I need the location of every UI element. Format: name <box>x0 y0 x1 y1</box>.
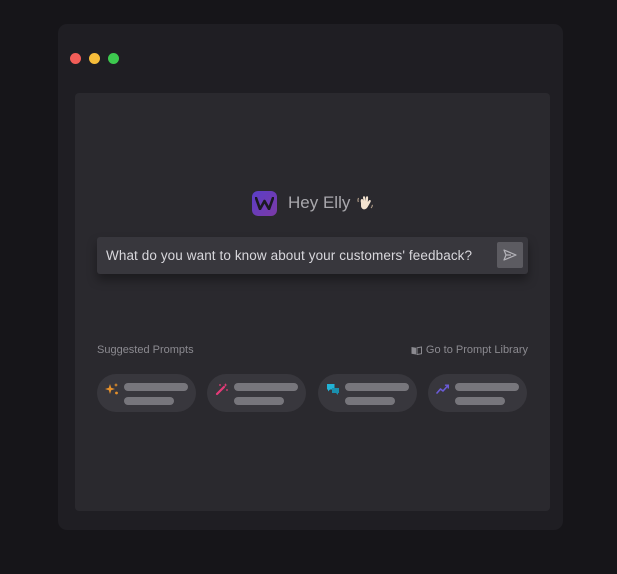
greeting: Hey Elly <box>252 190 374 216</box>
minimize-window-button[interactable] <box>89 53 100 64</box>
prompt-library-label: Go to Prompt Library <box>425 344 528 356</box>
suggested-prompts-label: Suggested Prompts <box>97 344 194 356</box>
book-icon <box>411 345 422 355</box>
prompt-library-link[interactable]: Go to Prompt Library <box>411 344 528 356</box>
app-logo-icon <box>252 190 277 216</box>
trend-line-icon <box>436 384 449 394</box>
prompt-chip-3[interactable] <box>318 374 417 412</box>
send-button[interactable] <box>497 242 523 268</box>
greeting-text: Hey Elly <box>288 193 351 212</box>
search-bar[interactable]: What do you want to know about your cust… <box>97 237 528 274</box>
search-input[interactable]: What do you want to know about your cust… <box>106 237 472 274</box>
app-window: Hey Elly What do you want to know about … <box>58 24 563 530</box>
prompt-chip-2[interactable] <box>207 374 306 412</box>
chat-bubbles-icon <box>327 384 339 395</box>
sparkle-icon <box>105 383 118 395</box>
prompt-chip-1[interactable] <box>97 374 196 412</box>
prompt-chip-4[interactable] <box>428 374 527 412</box>
maximize-window-button[interactable] <box>108 53 119 64</box>
close-window-button[interactable] <box>70 53 81 64</box>
main-panel: Hey Elly What do you want to know about … <box>75 93 550 511</box>
waving-hand-icon <box>356 194 374 212</box>
magic-wand-icon <box>215 383 228 396</box>
send-icon <box>503 249 517 261</box>
